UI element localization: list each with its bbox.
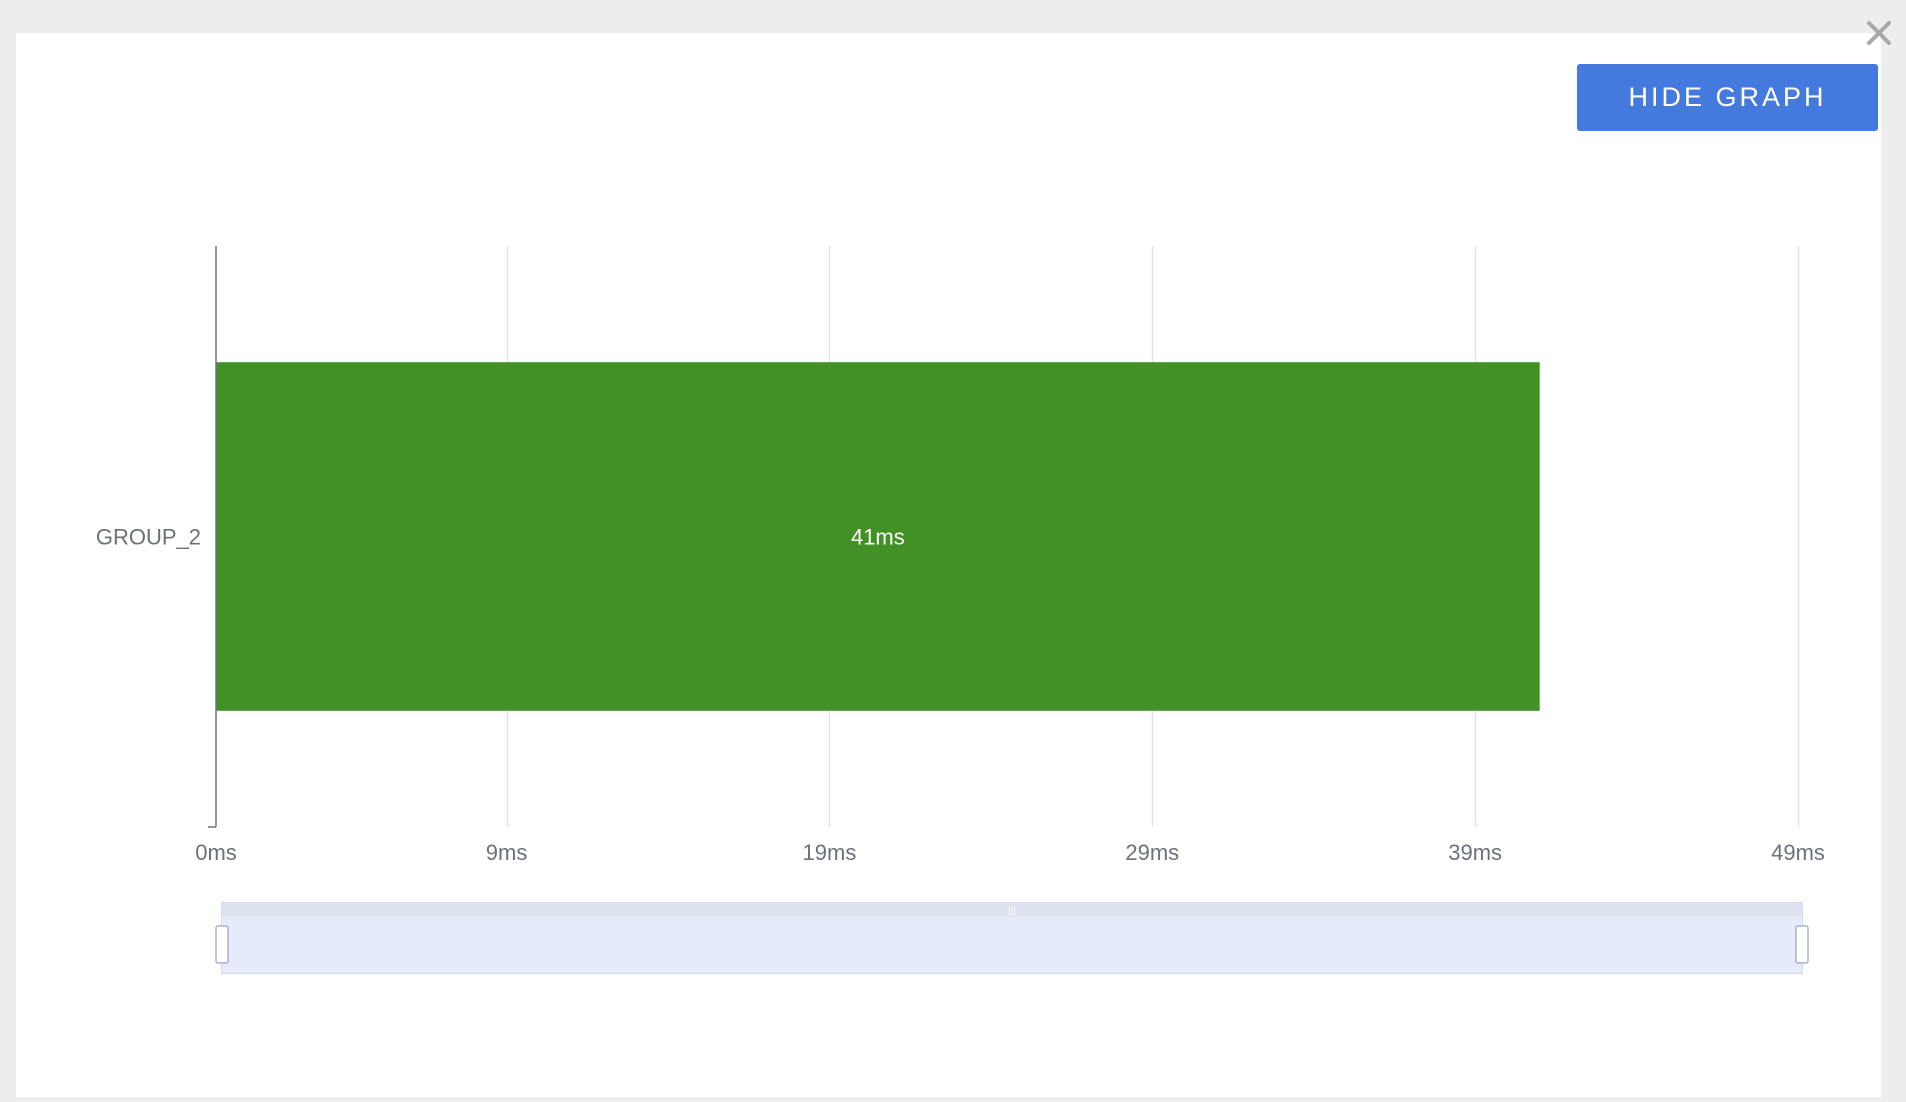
zoom-handle-left[interactable] xyxy=(215,925,229,964)
x-tick-label: 9ms xyxy=(486,840,528,865)
x-tick-label: 19ms xyxy=(803,840,857,865)
x-tick-label: 0ms xyxy=(195,840,237,865)
zoom-slider[interactable]: ||| xyxy=(215,902,1809,974)
y-category-label: GROUP_2 xyxy=(96,525,201,550)
zoom-grip-icon: ||| xyxy=(1008,906,1016,917)
x-tick-label: 39ms xyxy=(1448,840,1502,865)
zoom-handle-right[interactable] xyxy=(1795,925,1809,964)
bar-value-label: 41ms xyxy=(851,525,905,550)
bar-chart: 41ms 0ms 9ms 19ms 29ms 39ms 49ms GROUP_2 ||| xyxy=(96,246,1825,974)
x-tick-label: 49ms xyxy=(1771,840,1825,865)
x-tick-label: 29ms xyxy=(1125,840,1179,865)
zoom-selected-range[interactable] xyxy=(222,917,1802,973)
bars: 41ms xyxy=(216,362,1540,711)
